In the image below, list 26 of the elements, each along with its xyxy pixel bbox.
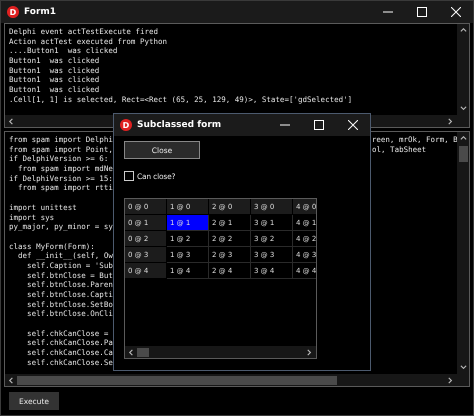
- window-title: Form1: [24, 7, 58, 17]
- close-icon[interactable]: [451, 7, 461, 17]
- close-icon[interactable]: [348, 120, 358, 130]
- maximize-icon[interactable]: [417, 7, 427, 17]
- scroll-thumb[interactable]: [17, 376, 337, 384]
- app-logo: D: [7, 6, 19, 18]
- app-logo: D: [120, 119, 132, 131]
- horizontal-scrollbar[interactable]: [125, 346, 316, 358]
- window-title: Subclassed form: [137, 120, 222, 130]
- scroll-right-icon[interactable]: [447, 118, 454, 124]
- scroll-left-icon[interactable]: [128, 348, 135, 356]
- scroll-down-icon[interactable]: [460, 105, 466, 112]
- horizontal-scrollbar[interactable]: [5, 374, 457, 386]
- scroll-left-icon[interactable]: [8, 118, 15, 124]
- scroll-up-icon[interactable]: [460, 135, 466, 142]
- scroll-right-icon[interactable]: [447, 376, 454, 384]
- scroll-up-icon[interactable]: [460, 27, 466, 34]
- scroll-thumb[interactable]: [458, 146, 468, 162]
- scroll-thumb[interactable]: [137, 348, 149, 356]
- scroll-right-icon[interactable]: [306, 348, 313, 356]
- vertical-scrollbar[interactable]: [457, 24, 469, 115]
- maximize-icon[interactable]: [314, 120, 324, 130]
- checkbox[interactable]: [124, 171, 134, 181]
- scroll-left-icon[interactable]: [8, 376, 15, 384]
- scroll-down-icon[interactable]: [460, 364, 466, 371]
- vertical-scrollbar[interactable]: [457, 132, 469, 374]
